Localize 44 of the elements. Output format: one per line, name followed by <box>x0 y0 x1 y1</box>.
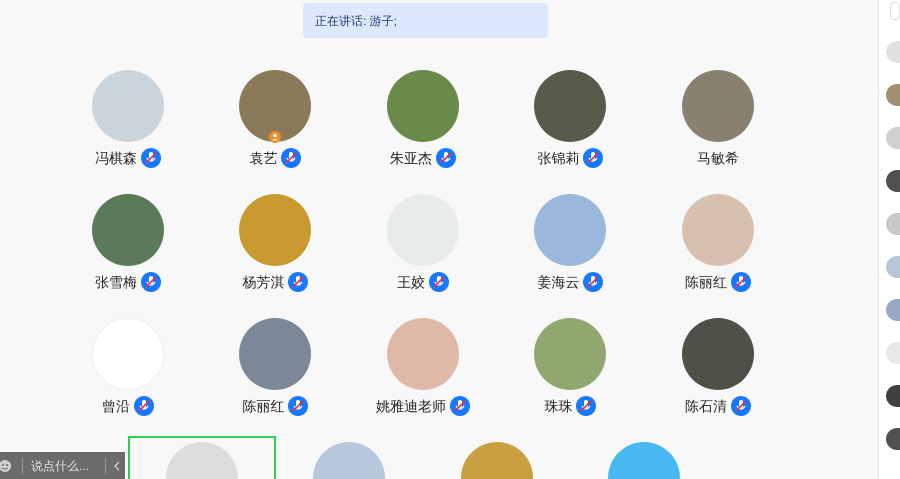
participant-name: 马敏希 <box>696 148 739 168</box>
participant-name: 朱亚杰 <box>390 148 432 168</box>
muted-mic-icon[interactable] <box>288 396 308 416</box>
avatar-photo-placeholder <box>886 299 900 321</box>
participant-name: 曾沿 <box>102 396 130 416</box>
muted-mic-icon[interactable] <box>140 148 161 168</box>
chevron-left-icon <box>114 460 120 470</box>
side-field[interactable] <box>890 2 900 20</box>
muted-mic-icon[interactable] <box>288 272 308 292</box>
avatar-photo-placeholder <box>886 127 900 149</box>
participant-name: 陈石清 <box>684 396 727 416</box>
participant-tile[interactable] <box>128 436 276 479</box>
participant-name: 张锦莉 <box>537 148 580 168</box>
participant-name: 珠珠 <box>544 396 572 416</box>
participant-name: 姜海云 <box>537 272 580 292</box>
participant-name: 张雪梅 <box>94 272 137 292</box>
muted-mic-icon[interactable] <box>281 148 302 168</box>
muted-mic-icon[interactable] <box>583 272 604 292</box>
avatar-photo-placeholder <box>886 170 900 192</box>
muted-mic-icon[interactable] <box>140 272 161 292</box>
smiley-icon[interactable] <box>0 458 12 472</box>
participant-name: 杨芳淇 <box>242 272 284 292</box>
avatar-photo-placeholder <box>886 256 900 278</box>
participant-name: 陈丽红 <box>684 272 727 292</box>
participant-name: 冯棋森 <box>94 148 137 168</box>
participant-name: 王姣 <box>396 272 425 292</box>
participant-name: 姚雅迪老师 <box>376 396 446 416</box>
muted-mic-icon[interactable] <box>576 396 596 416</box>
chat-bar[interactable]: 说点什么... <box>0 452 125 479</box>
participant-name: 陈丽红 <box>242 396 284 416</box>
participant-name: 袁艺 <box>249 148 278 168</box>
muted-mic-icon[interactable] <box>583 148 604 168</box>
avatar-photo-placeholder <box>886 385 900 407</box>
speaking-banner: 正在讲话: 游子; <box>303 3 548 38</box>
avatar-photo-placeholder <box>886 84 900 106</box>
chat-input-field[interactable]: 说点什么... <box>31 456 101 474</box>
avatar-photo-placeholder <box>886 213 900 235</box>
muted-mic-icon[interactable] <box>730 272 751 292</box>
muted-mic-icon[interactable] <box>436 148 456 168</box>
muted-mic-icon[interactable] <box>134 396 154 416</box>
avatar-photo-placeholder <box>886 428 900 450</box>
muted-mic-icon[interactable] <box>428 272 449 292</box>
muted-mic-icon[interactable] <box>730 396 751 416</box>
muted-mic-icon[interactable] <box>450 396 470 416</box>
